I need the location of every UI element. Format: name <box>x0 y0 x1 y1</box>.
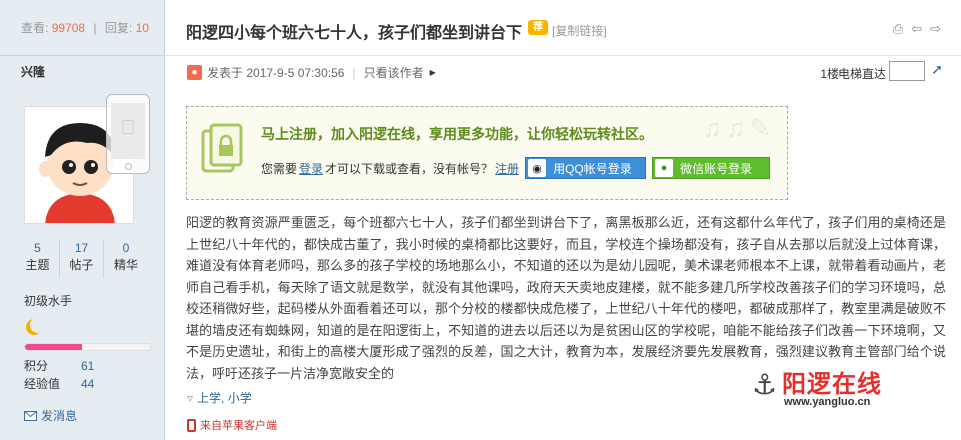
stat-threads[interactable]: 5 主题 <box>16 240 60 278</box>
user-level[interactable]: 初级水手 <box>24 292 164 309</box>
posted-time: 2017-9-5 07:30:56 <box>246 65 345 80</box>
phone-icon <box>187 418 196 432</box>
post-tags: ▿ 上学, 小学 <box>187 389 252 406</box>
post-source: 来自苹果客户端 <box>187 417 277 433</box>
watermark-brand: 阳逻在线 <box>782 371 882 398</box>
person-icon: ● <box>187 65 202 80</box>
stat-value: 0 <box>122 241 130 255</box>
site-watermark: ⚓ 阳逻在线 www.yangluo.cn <box>746 360 961 420</box>
apple-phone-icon:  <box>106 94 150 174</box>
anchor-icon: ⚓ <box>752 369 778 400</box>
thread-stats: 查看: 99708 | 回复: 10 <box>0 0 164 56</box>
user-stats: 5 主题 17 帖子 0 精华 <box>0 240 164 278</box>
floor-jump-input[interactable] <box>889 61 925 81</box>
decorative-icons: ♫♫✎ <box>702 113 775 143</box>
post-meta: ● 发表于 2017-9-5 07:30:56 | 只看该作者 ▶ 1楼 电梯直… <box>166 56 961 88</box>
replies-count: 10 <box>135 21 149 35</box>
posted-prefix: 发表于 <box>207 66 244 80</box>
floor-number: 1楼 <box>820 67 839 81</box>
stat-label: 主题 <box>25 258 50 272</box>
points-row: 积分 61 经验值 44 <box>24 357 164 393</box>
stat-label: 精华 <box>113 258 138 272</box>
replies-label: 回复: <box>104 21 133 35</box>
level-progress-fill <box>25 344 82 350</box>
author-only-link[interactable]: 只看该作者 <box>364 64 424 81</box>
wechat-login-button[interactable]: ● 微信账号登录 <box>652 157 771 179</box>
mail-icon <box>24 410 37 421</box>
points-label: 积分 <box>24 359 49 373</box>
points-value: 61 <box>81 359 95 373</box>
post-body: 阳逻的教育资源严重匮乏，每个班都六七十人，孩子们都坐到讲台下了，离黑板那么近，还… <box>186 215 946 381</box>
exp-value: 44 <box>81 377 95 391</box>
register-notice: 马上注册，加入阳逻在线，享用更多功能，让你轻松玩转社区。 您需要 登录 才可以下… <box>186 106 788 200</box>
author-name[interactable]: 兴隆 <box>0 56 164 86</box>
copy-link-button[interactable]: [复制链接] <box>552 22 607 39</box>
send-message-label: 发消息 <box>41 409 78 423</box>
stat-digest[interactable]: 0 精华 <box>104 240 148 278</box>
exp-label: 经验值 <box>24 377 61 391</box>
wechat-icon: ● <box>655 159 674 177</box>
stat-value: 17 <box>74 241 89 255</box>
level-progress-bar <box>24 343 152 351</box>
wechat-login-label: 微信账号登录 <box>680 161 753 176</box>
notice-login-row: 您需要 登录 才可以下载或查看，没有帐号？ 注册 ◉ 用QQ帐号登录 ● 微信账… <box>261 157 771 179</box>
title-bar: 阳逻四小每个班六七十人，孩子们都坐到讲台下 荐 [复制链接] ⎙ ⇦ ⇨ <box>166 0 961 56</box>
moon-icon <box>30 317 46 333</box>
go-icon[interactable]: ➚ <box>931 61 943 78</box>
stat-label: 帖子 <box>69 258 94 272</box>
send-message-link[interactable]: 发消息 <box>24 407 164 424</box>
caret-right-icon: ▶ <box>429 68 436 77</box>
thread-tools: ⎙ ⇦ ⇨ <box>893 21 941 37</box>
register-link[interactable]: 注册 <box>495 160 519 177</box>
watermark-url: www.yangluo.cn <box>784 396 871 408</box>
qq-icon: ◉ <box>528 159 547 177</box>
qq-login-label: 用QQ帐号登录 <box>553 161 632 176</box>
lock-doc-icon <box>201 123 243 173</box>
avatar-area:  <box>24 94 150 230</box>
views-label: 查看: <box>21 21 49 35</box>
elevator-label: 电梯直达 <box>837 67 886 81</box>
post-main: 阳逻四小每个班六七十人，孩子们都坐到讲台下 荐 [复制链接] ⎙ ⇦ ⇨ ● 发… <box>166 0 961 440</box>
notice-headline: 马上注册，加入阳逻在线，享用更多功能，让你轻松玩转社区。 <box>261 126 653 142</box>
source-label[interactable]: 来自苹果客户端 <box>200 417 277 433</box>
login-link[interactable]: 登录 <box>299 160 323 177</box>
page-title: 阳逻四小每个班六七十人，孩子们都坐到讲台下 <box>186 25 523 42</box>
recommend-badge: 荐 <box>528 20 548 35</box>
stat-posts[interactable]: 17 帖子 <box>60 240 104 278</box>
prev-icon[interactable]: ⇦ <box>911 21 922 37</box>
notice-text-2: 才可以下载或查看，没有帐号？ <box>325 161 494 176</box>
print-icon[interactable]: ⎙ <box>893 21 903 37</box>
tag-links[interactable]: 上学, 小学 <box>197 389 252 406</box>
next-icon[interactable]: ⇨ <box>930 21 941 37</box>
qq-login-button[interactable]: ◉ 用QQ帐号登录 <box>525 157 647 179</box>
notice-text-1: 您需要 <box>261 161 298 176</box>
meta-divider: | <box>352 65 356 80</box>
stat-value: 5 <box>34 241 41 255</box>
stats-divider: | <box>93 21 97 35</box>
tag-icon: ▿ <box>187 390 194 405</box>
author-sidebar: 查看: 99708 | 回复: 10 兴隆  <box>0 0 165 440</box>
views-count: 99708 <box>51 21 86 35</box>
